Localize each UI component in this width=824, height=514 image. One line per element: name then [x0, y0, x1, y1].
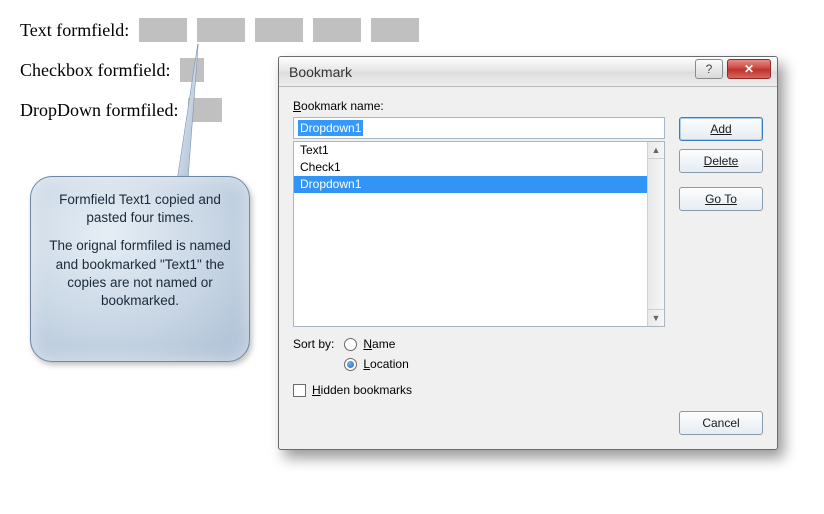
scroll-down-icon[interactable]: ▼ — [648, 309, 664, 326]
text-formfield-label: Text formfield: — [20, 20, 129, 41]
scrollbar[interactable]: ▲ ▼ — [647, 142, 664, 326]
list-item[interactable]: Check1 — [294, 159, 647, 176]
callout-text-1: Formfield Text1 copied and pasted four t… — [43, 191, 237, 227]
goto-button-label: Go To — [705, 192, 737, 206]
sort-location-radio[interactable]: Location — [344, 357, 408, 371]
cancel-button[interactable]: Cancel — [679, 411, 763, 435]
list-item[interactable]: Text1 — [294, 142, 647, 159]
window-buttons: ? ✕ — [695, 59, 771, 79]
left-column: Dropdown1 Text1 Check1 Dropdown1 ▲ ▼ — [293, 117, 665, 327]
close-icon: ✕ — [744, 62, 754, 76]
text-formfield-5[interactable] — [371, 18, 419, 42]
dropdown-formfield[interactable] — [188, 98, 222, 122]
bookmark-dialog: Bookmark ? ✕ Bookmark name: Dropdown1 Te… — [278, 56, 778, 450]
sort-name-label: Name — [363, 337, 395, 351]
checkbox-formfield[interactable] — [180, 58, 204, 82]
help-icon: ? — [706, 62, 713, 76]
text-formfield-2[interactable] — [197, 18, 245, 42]
dialog-titlebar: Bookmark ? ✕ — [279, 57, 777, 87]
add-button-label: Add — [710, 122, 731, 136]
bookmark-name-input[interactable]: Dropdown1 — [293, 117, 665, 139]
cancel-button-label: Cancel — [702, 416, 739, 430]
help-button[interactable]: ? — [695, 59, 723, 79]
hidden-bookmarks-row: Hidden bookmarks — [293, 383, 763, 397]
list-item[interactable]: Dropdown1 — [294, 176, 647, 193]
radio-icon — [344, 338, 357, 351]
callout-text-2: The orignal formfiled is named and bookm… — [43, 237, 237, 310]
dialog-body: Bookmark name: Dropdown1 Text1 Check1 Dr… — [279, 87, 777, 449]
add-button[interactable]: Add — [679, 117, 763, 141]
bookmark-listbox[interactable]: Text1 Check1 Dropdown1 ▲ ▼ — [293, 141, 665, 327]
bookmark-name-label: Bookmark name: — [293, 99, 763, 113]
sort-by-label: Sort by: — [293, 337, 334, 351]
sort-name-radio[interactable]: Name — [344, 337, 408, 351]
bookmark-name-value: Dropdown1 — [298, 120, 363, 136]
callout: Formfield Text1 copied and pasted four t… — [30, 176, 250, 362]
text-formfield-row: Text formfield: — [20, 18, 425, 42]
delete-button[interactable]: Delete — [679, 149, 763, 173]
text-formfield-3[interactable] — [255, 18, 303, 42]
sort-location-label: Location — [363, 357, 408, 371]
radio-icon — [344, 358, 357, 371]
close-button[interactable]: ✕ — [727, 59, 771, 79]
hidden-bookmarks-checkbox[interactable] — [293, 384, 306, 397]
dropdown-formfield-label: DropDown formfiled: — [20, 100, 178, 121]
text-formfield-4[interactable] — [313, 18, 361, 42]
main-row: Dropdown1 Text1 Check1 Dropdown1 ▲ ▼ Add — [293, 117, 763, 327]
checkbox-formfield-label: Checkbox formfield: — [20, 60, 170, 81]
right-column: Add Delete Go To — [679, 117, 763, 327]
delete-button-label: Delete — [704, 154, 739, 168]
sort-radio-group: Name Location — [344, 337, 408, 371]
scroll-up-icon[interactable]: ▲ — [648, 142, 664, 159]
hidden-bookmarks-label: Hidden bookmarks — [312, 383, 412, 397]
sort-row: Sort by: Name Location — [293, 337, 763, 371]
dialog-footer: Cancel — [293, 411, 763, 435]
text-formfield-1[interactable] — [139, 18, 187, 42]
goto-button[interactable]: Go To — [679, 187, 763, 211]
dialog-title: Bookmark — [289, 64, 352, 80]
